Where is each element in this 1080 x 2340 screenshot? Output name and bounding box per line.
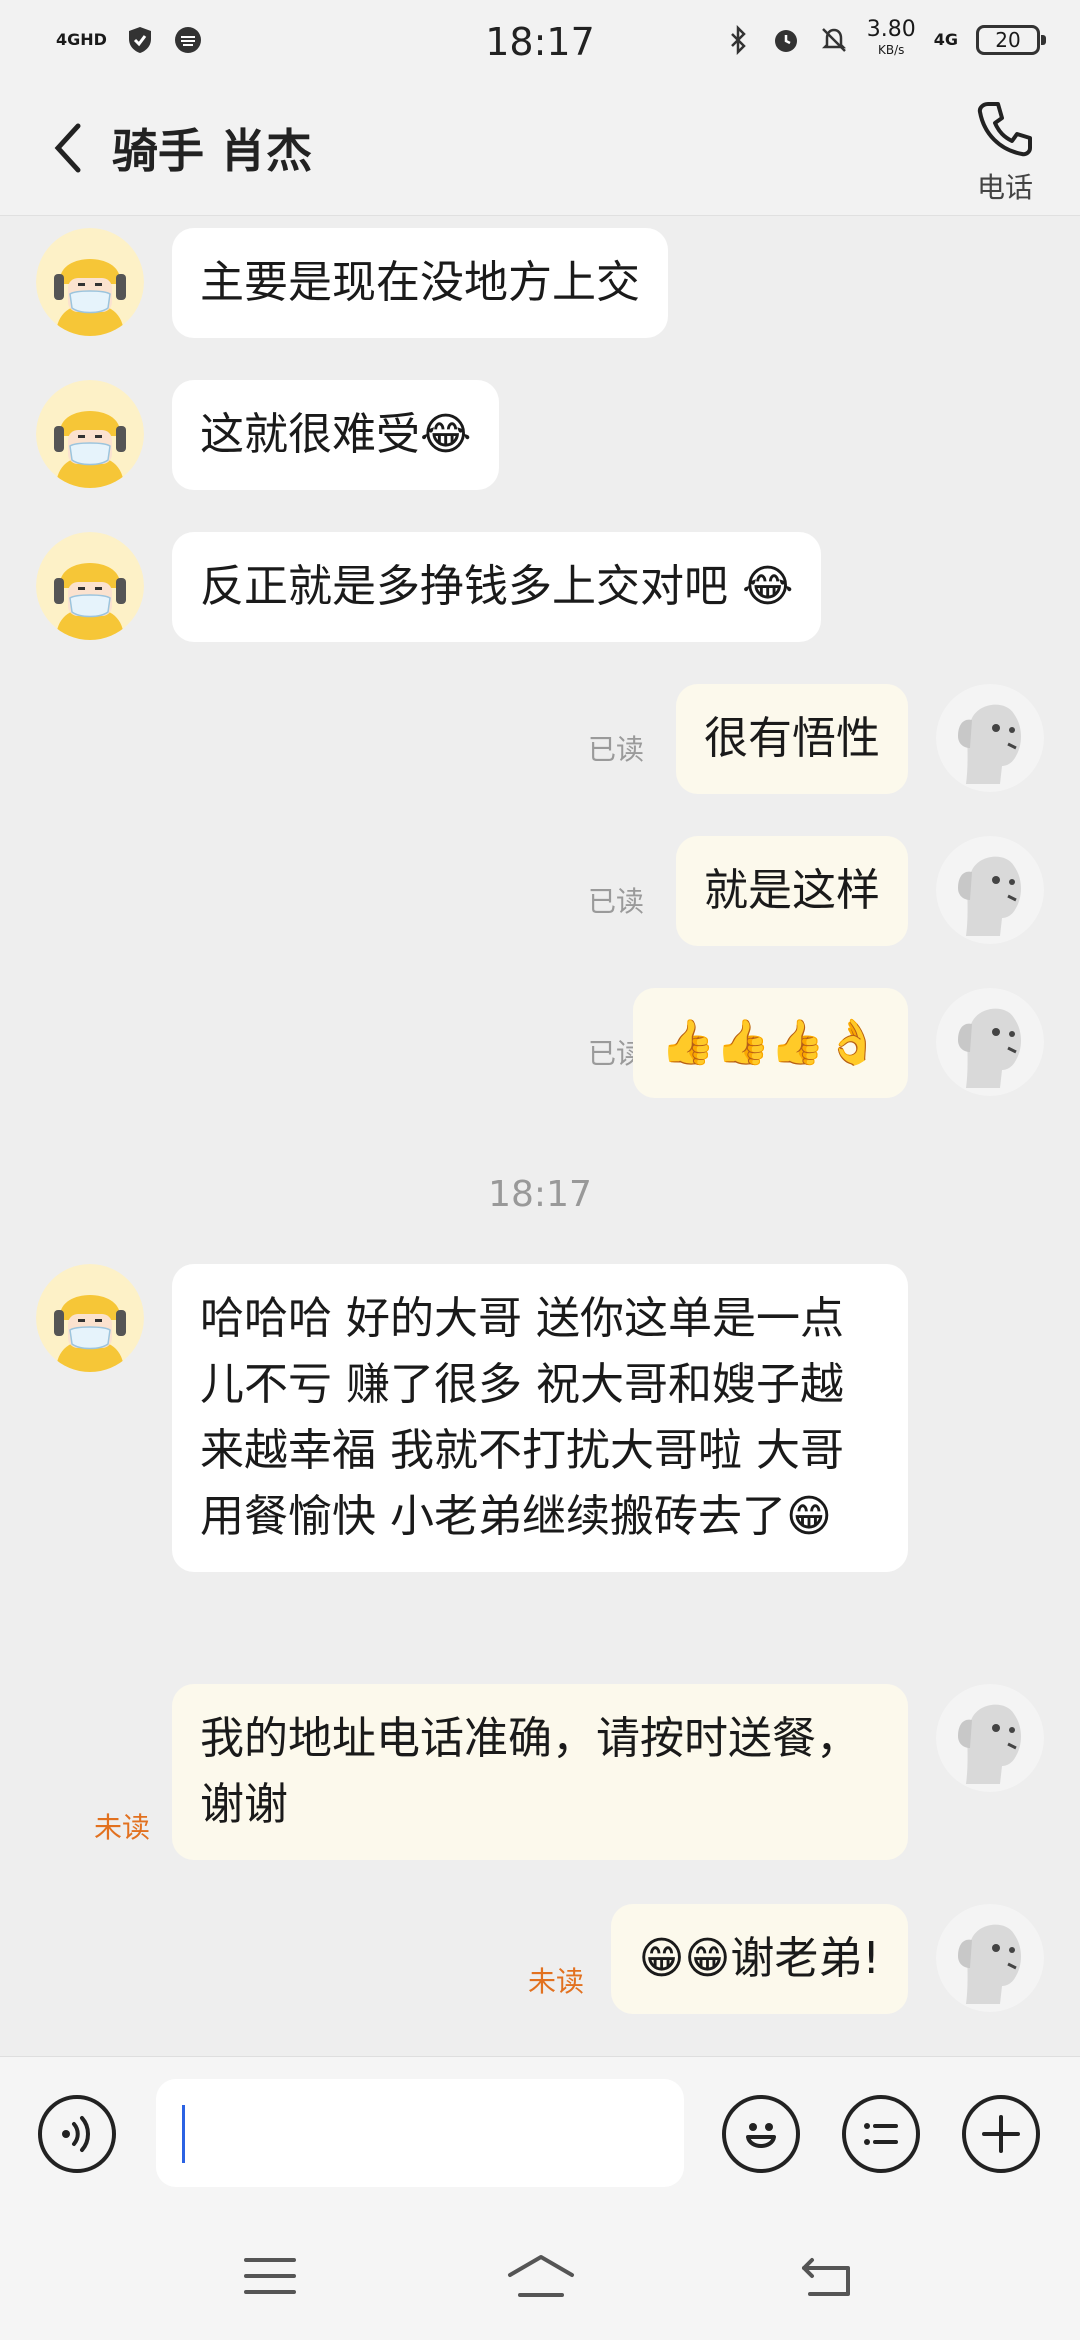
rider-avatar[interactable] <box>36 228 144 336</box>
user-avatar[interactable] <box>936 836 1044 944</box>
emoji-icon <box>746 2123 776 2148</box>
message-bubble-outgoing[interactable]: 很有悟性 <box>676 684 908 794</box>
message-bubble-outgoing[interactable]: 就是这样 <box>676 836 908 946</box>
quick-reply-button[interactable] <box>842 2095 920 2173</box>
network-type: 4G <box>933 30 958 49</box>
status-bar: 4GHD 18:17 3.80 KB/s 4G 20 <box>0 0 1080 80</box>
page-title: 骑手 肖杰 <box>112 123 313 178</box>
message-bubble-incoming[interactable]: 这就很难受😂 <box>172 380 500 490</box>
user-avatar[interactable] <box>936 684 1044 792</box>
rider-avatar[interactable] <box>36 532 144 640</box>
message-bubble-incoming[interactable]: 反正就是多挣钱多上交对吧 😂 <box>172 532 822 642</box>
battery-indicator: 20 <box>976 25 1046 55</box>
text-caret <box>182 2105 185 2163</box>
call-button[interactable]: 电话 <box>974 98 1036 206</box>
read-receipt: 已读 <box>587 885 644 918</box>
chat-header: 骑手 肖杰 电话 <box>0 80 1080 216</box>
home-icon <box>508 2255 574 2297</box>
message-timestamp: 18:17 <box>488 1174 592 1215</box>
mute-icon <box>821 28 846 52</box>
app-notification-icon <box>174 27 201 53</box>
menu-icon <box>244 2258 296 2294</box>
nav-menu-button[interactable] <box>240 2248 300 2304</box>
more-button[interactable] <box>962 2095 1040 2173</box>
message-bubble-outgoing[interactable]: 我的地址电话准确，请按时送餐，谢谢 <box>172 1684 908 1860</box>
user-avatar[interactable] <box>936 988 1044 1096</box>
unread-receipt: 未读 <box>94 1811 151 1844</box>
plus-icon <box>982 2115 1020 2153</box>
shield-icon <box>128 27 151 53</box>
unread-receipt: 未读 <box>527 1965 584 1998</box>
network-indicator: 4GHD <box>56 30 107 49</box>
network-speed: 3.80 KB/s <box>866 17 916 58</box>
back-button[interactable] <box>38 118 98 178</box>
message-bubble-incoming[interactable]: 哈哈哈 好的大哥 送你这单是一点儿不亏 赚了很多 祝大哥和嫂子越来越幸福 我就不… <box>172 1264 908 1572</box>
voice-button[interactable] <box>38 2095 116 2173</box>
emoji-button[interactable] <box>722 2095 800 2173</box>
list-icon <box>864 2123 898 2145</box>
back-icon <box>802 2258 850 2296</box>
rider-avatar[interactable] <box>36 380 144 488</box>
system-nav-bar <box>0 2212 1080 2340</box>
nav-home-button[interactable] <box>506 2248 576 2304</box>
alarm-icon <box>774 30 797 52</box>
voice-icon <box>62 2116 90 2152</box>
user-avatar[interactable] <box>936 1904 1044 2012</box>
message-bubble-incoming[interactable]: 主要是现在没地方上交 <box>172 228 668 338</box>
message-bubble-outgoing[interactable]: 👍👍👍👌 <box>632 988 908 1098</box>
bluetooth-icon <box>730 25 746 55</box>
rider-avatar[interactable] <box>36 1264 144 1372</box>
chat-messages[interactable]: 主要是现在没地方上交 这就很难受😂 反正就是多挣钱多上交对吧 😂 已读 很有悟性… <box>0 216 1080 2056</box>
message-bubble-outgoing[interactable]: 😁😁谢老弟! <box>610 1904 908 2014</box>
message-input[interactable] <box>156 2079 684 2187</box>
read-receipt: 已读 <box>587 733 644 766</box>
user-avatar[interactable] <box>936 1684 1044 1792</box>
message-input-bar <box>0 2056 1080 2212</box>
call-label: 电话 <box>976 171 1033 204</box>
nav-back-button[interactable] <box>796 2248 856 2304</box>
phone-icon <box>977 102 1032 157</box>
chevron-left-icon <box>54 123 81 172</box>
